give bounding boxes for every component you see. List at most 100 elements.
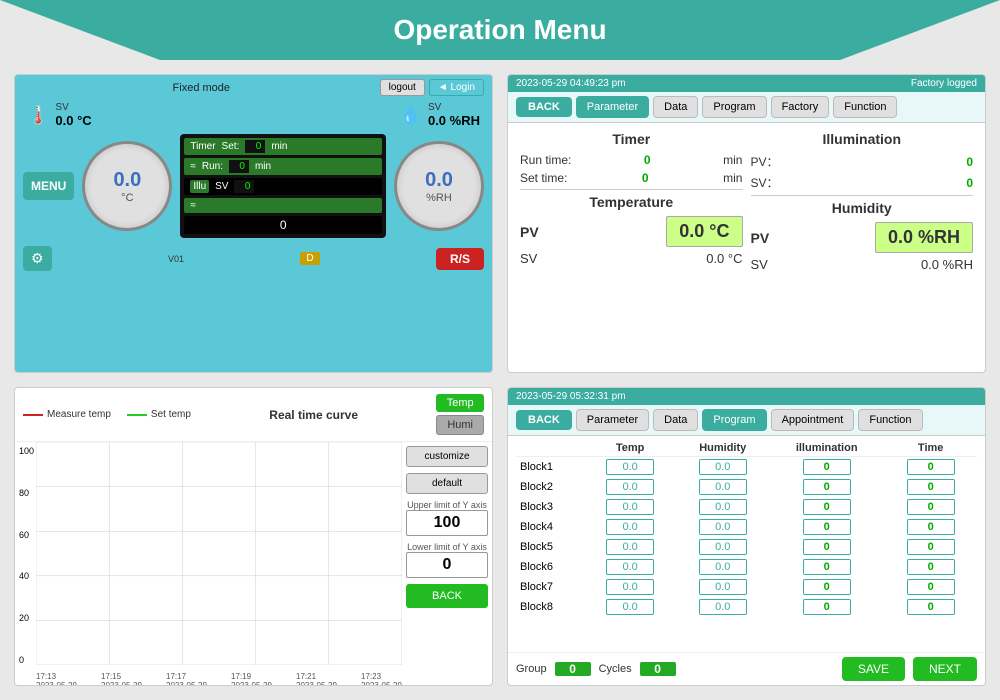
illu-cell[interactable] [769,497,884,517]
temp-cell[interactable] [584,557,677,577]
time-cell[interactable] [884,597,977,617]
waves2-row: ≈ [184,198,382,213]
illu-cell[interactable] [769,457,884,478]
humi-cell[interactable] [676,577,769,597]
d-indicator: D [300,252,319,265]
temp-cell[interactable] [584,497,677,517]
drop-icon: 💧 [400,105,422,126]
timer-label: Timer [190,141,215,152]
br-tab-parameter[interactable]: Parameter [576,409,649,431]
time-cell[interactable] [884,577,977,597]
x1: 17:132023-05-29 [36,672,77,686]
block-label: Block1 [516,457,584,478]
block-label: Block3 [516,497,584,517]
measure-temp-legend: Measure temp [23,409,111,420]
sv-humi-group: 💧 SV 0.0 %RH [400,102,480,128]
rs-button[interactable]: R/S [436,248,484,270]
sv-temp-group: 🌡️ SV 0.0 °C [27,102,92,128]
chart-container: 17:132023-05-29 17:152023-05-29 17:17202… [36,442,402,685]
login-button[interactable]: ◄ Login [429,79,484,96]
time-cell[interactable] [884,477,977,497]
tl-bottom: ⚙ V01 D R/S [15,242,492,275]
header: Operation Menu [0,0,1000,60]
chart-back-button[interactable]: BACK [406,584,488,608]
br-tab-program[interactable]: Program [702,409,766,431]
time-cell[interactable] [884,557,977,577]
humi-cell[interactable] [676,497,769,517]
bl-body: 100 80 60 40 20 0 [15,442,492,685]
tr-back-button[interactable]: BACK [516,97,572,117]
humi-cell[interactable] [676,557,769,577]
group-label: Group [516,663,547,675]
default-button[interactable]: default [406,473,488,494]
upper-limit-value[interactable]: 100 [406,510,488,536]
save-button[interactable]: SAVE [842,657,905,681]
operation-panel: Fixed mode logout ◄ Login 🌡️ SV 0.0 °C 💧… [14,74,493,373]
temp-cell[interactable] [584,517,677,537]
humi-sv-row: SV 0.0 %RH [751,257,974,272]
sv-row: 🌡️ SV 0.0 °C 💧 SV 0.0 %RH [15,100,492,130]
set-time-unit: min [723,171,742,185]
tab-function[interactable]: Function [833,96,897,118]
logout-button[interactable]: logout [380,79,425,96]
settings-button[interactable]: ⚙ [23,246,52,271]
tab-data[interactable]: Data [653,96,698,118]
illu-cell[interactable] [769,477,884,497]
humi-button[interactable]: Humi [436,415,484,435]
col-temp: Temp [584,440,677,457]
humi-gauge: 0.0 %RH [394,141,484,231]
tab-parameter[interactable]: Parameter [576,96,649,118]
temp-pv-value: 0.0 °C [666,216,742,247]
tl-header: Fixed mode logout ◄ Login [15,75,492,100]
humi-cell[interactable] [676,517,769,537]
temp-button[interactable]: Temp [436,394,484,412]
cycles-label: Cycles [599,663,632,675]
tab-program[interactable]: Program [702,96,766,118]
y-axis-labels: 100 80 60 40 20 0 [15,442,36,685]
time-cell[interactable] [884,457,977,478]
br-tab-function[interactable]: Function [858,409,922,431]
main-content: Fixed mode logout ◄ Login 🌡️ SV 0.0 °C 💧… [0,60,1000,700]
humi-cell[interactable] [676,477,769,497]
illu-cell[interactable] [769,557,884,577]
illu-cell[interactable] [769,597,884,617]
next-button[interactable]: NEXT [913,657,977,681]
cycles-input[interactable] [640,662,676,676]
time-cell[interactable] [884,517,977,537]
x4: 17:192023-05-29 [231,672,272,686]
illu-cell[interactable] [769,577,884,597]
temp-cell[interactable] [584,457,677,478]
temp-cell[interactable] [584,577,677,597]
humi-pv-value: 0.0 %RH [875,222,973,253]
chart-buttons: Temp Humi [436,394,484,435]
tr-body: Timer Run time: 0 min Set time: 0 min Te… [508,123,985,372]
humi-cell[interactable] [676,457,769,478]
humi-cell[interactable] [676,537,769,557]
br-back-button[interactable]: BACK [516,410,572,430]
lower-limit-value[interactable]: 0 [406,552,488,578]
br-tab-data[interactable]: Data [653,409,698,431]
block-label: Block8 [516,597,584,617]
gauge-humi-unit: %RH [426,192,452,204]
timer-row: Timer Set: 0 min [184,138,382,155]
run-label: Run: [202,161,223,172]
tab-factory[interactable]: Factory [771,96,830,118]
temp-cell[interactable] [584,597,677,617]
menu-button[interactable]: MENU [23,172,74,200]
time-cell[interactable] [884,497,977,517]
temp-cell[interactable] [584,477,677,497]
run-time-label: Run time: [520,153,571,167]
group-input[interactable] [555,662,591,676]
time-cell[interactable] [884,537,977,557]
x3: 17:172023-05-29 [166,672,207,686]
illu-cell[interactable] [769,517,884,537]
customize-button[interactable]: customize [406,446,488,467]
realtime-curve-panel: Measure temp Set temp Real time curve Te… [14,387,493,686]
sv-humi-label: SV [428,102,480,113]
temp-cell[interactable] [584,537,677,557]
br-tab-appointment[interactable]: Appointment [771,409,855,431]
chart-svg [36,442,402,665]
run-time-row: Run time: 0 min [520,153,743,167]
humi-cell[interactable] [676,597,769,617]
illu-cell[interactable] [769,537,884,557]
